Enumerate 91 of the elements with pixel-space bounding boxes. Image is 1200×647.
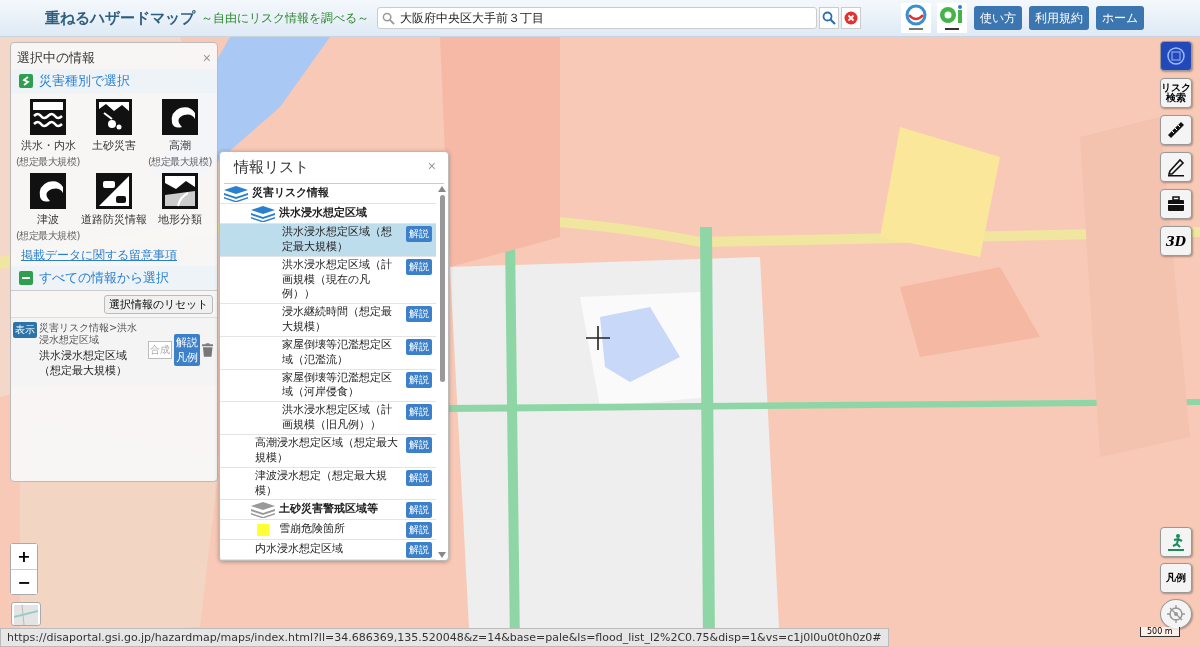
visible-badge[interactable]: 表示	[13, 322, 37, 338]
explain-button[interactable]: 解説	[406, 338, 432, 355]
explain-button[interactable]: 解説	[406, 436, 432, 453]
hazard-button[interactable]: 土砂災害	[92, 99, 136, 153]
legend-button[interactable]: 解説 凡例	[173, 334, 200, 366]
pencil-icon	[1166, 157, 1186, 177]
list-item[interactable]: 洪水浸水想定区域（計画規模（現在の凡例）） 解説	[220, 256, 436, 305]
gsi-logo-icon[interactable]	[937, 3, 967, 33]
scroll-down-icon[interactable]	[438, 552, 446, 559]
item-label: 津波浸水想定（想定最大規模）	[255, 468, 388, 499]
hazard-note: (想定最大規模)	[16, 229, 80, 243]
panel-title: 情報リスト	[234, 158, 309, 177]
hazard-button[interactable]: 道路防災情報	[81, 173, 147, 227]
tool-button[interactable]: 3D	[1160, 226, 1192, 256]
scroll-up-icon[interactable]	[438, 186, 446, 192]
item-label: 土砂災害警戒区域等	[279, 502, 379, 518]
explain-button[interactable]: 解説	[406, 371, 432, 388]
search-field[interactable]: 大阪府中央区大手前３丁目	[377, 7, 817, 29]
layer-name: 洪水浸水想定区域（想定最大規模）	[39, 348, 128, 378]
item-label: 家屋倒壊等氾濫想定区域（氾濫流）	[282, 337, 393, 368]
list-item[interactable]: 高潮浸水想定区域（想定最大規模） 解説	[220, 434, 436, 468]
nav-button[interactable]: ホーム	[1096, 6, 1144, 30]
explain-button[interactable]: 解説	[406, 542, 432, 559]
panel-title: 選択中の情報	[17, 49, 95, 67]
car-icon	[96, 173, 132, 209]
item-label: 災害リスク情報	[252, 186, 330, 201]
wave-icon	[30, 173, 66, 209]
item-label: 高潮浸水想定区域（想定最大規模）	[255, 435, 399, 466]
rockfall-icon	[96, 99, 132, 135]
hazard-button[interactable]: 洪水・内水	[20, 99, 76, 153]
tool-button[interactable]	[1160, 115, 1192, 145]
ruler-icon	[1166, 120, 1186, 140]
list-item[interactable]: 津波浸水想定（想定最大規模） 解説	[220, 467, 436, 501]
explain-button[interactable]: 解説	[406, 258, 432, 275]
nav-button[interactable]: 使い方	[974, 6, 1022, 30]
clear-button[interactable]	[841, 7, 861, 29]
list-item[interactable]: 浸水継続時間（想定最大規模） 解説	[220, 304, 436, 337]
nav-button[interactable]: 利用規約	[1029, 6, 1089, 30]
search-button[interactable]	[819, 7, 839, 29]
scale-bar: 500 m	[1140, 627, 1180, 637]
list-item[interactable]: 土砂災害警戒区域等 解説	[220, 500, 436, 521]
wave-icon	[162, 99, 198, 135]
hazard-button[interactable]: 高潮	[162, 99, 198, 153]
explain-button[interactable]: 解説	[406, 226, 432, 242]
item-label: 内水浸水想定区域	[255, 542, 344, 558]
explain-button[interactable]: 解説	[406, 469, 432, 486]
list-item[interactable]: 家屋倒壊等氾濫想定区域（氾濫流） 解説	[220, 336, 436, 370]
basemap-button[interactable]	[11, 602, 41, 626]
app-title: 重ねるハザードマップ	[45, 8, 195, 28]
item-label: 洪水浸水想定区域（計画規模（現在の凡例））	[282, 257, 393, 303]
tool-button[interactable]	[1160, 152, 1192, 182]
layer-path: 災害リスク情報>洪水浸水想定区域	[39, 322, 139, 345]
list-item[interactable]: 雪崩危険箇所 解説	[220, 520, 436, 541]
runner-icon	[1166, 532, 1186, 552]
status-url: https://disaportal.gsi.go.jp/hazardmap/maps/index.html?ll=34.686369,135.520048&z=14&base=pale&ls=flood_list_l2%2C0.75&disp=1&vs=c1j0l0u0t0h0z0#	[0, 628, 889, 647]
item-label: 洪水浸水想定区域（計画規模（旧凡例））	[282, 403, 393, 433]
list-item[interactable]: 洪水浸水想定区域（計画規模（旧凡例）） 解説	[220, 402, 436, 435]
hazard-note: (想定最大規模)	[16, 155, 80, 169]
hazard-note: (想定最大規模)	[148, 155, 212, 169]
tool-button[interactable]	[1160, 189, 1192, 219]
hazard-button[interactable]: 地形分類	[158, 173, 202, 227]
explain-button[interactable]: 解説	[406, 404, 432, 421]
item-label: 洪水浸水想定区域（想定最大規模）	[282, 225, 393, 255]
list-item[interactable]: 内水浸水想定区域 解説	[220, 540, 436, 561]
mountain-icon	[162, 173, 198, 209]
hazard-button[interactable]: 津波	[30, 173, 66, 227]
collapse-icon[interactable]	[19, 271, 33, 285]
app-subtitle: ～自由にリスク情報を調べる～	[201, 9, 369, 27]
collapse-icon[interactable]	[19, 74, 33, 88]
reset-button[interactable]: 選択情報のリセット	[104, 295, 213, 314]
zoom-out-button[interactable]: −	[11, 569, 37, 594]
tool-button[interactable]: 凡例	[1160, 563, 1192, 593]
item-label: 洪水浸水想定区域	[279, 206, 368, 221]
waves-icon	[30, 99, 66, 135]
trash-icon[interactable]	[201, 343, 213, 357]
list-item[interactable]: 洪水浸水想定区域（想定最大規模） 解説	[220, 224, 436, 257]
search-icon	[382, 12, 395, 25]
ministry-logo-icon[interactable]	[901, 3, 931, 33]
briefcase-icon	[1166, 194, 1186, 214]
list-item[interactable]: 災害リスク情報	[220, 184, 436, 204]
explain-button[interactable]: 解説	[406, 522, 432, 539]
item-label: 浸水継続時間（想定最大規模）	[282, 305, 393, 335]
notice-link[interactable]: 掲載データに関する留意事項	[21, 247, 177, 264]
item-label: 雪崩危険箇所	[279, 522, 346, 538]
explain-button[interactable]: 解説	[406, 502, 432, 519]
item-label: 家屋倒壊等氾濫想定区域（河岸侵食）	[282, 370, 393, 401]
tool-button[interactable]: リスク 検索	[1160, 78, 1192, 108]
crosshair-icon	[586, 326, 610, 350]
list-item[interactable]: 家屋倒壊等氾濫想定区域（河岸侵食） 解説	[220, 369, 436, 403]
locate-icon	[1166, 604, 1186, 624]
explain-button[interactable]: 解説	[406, 306, 432, 323]
